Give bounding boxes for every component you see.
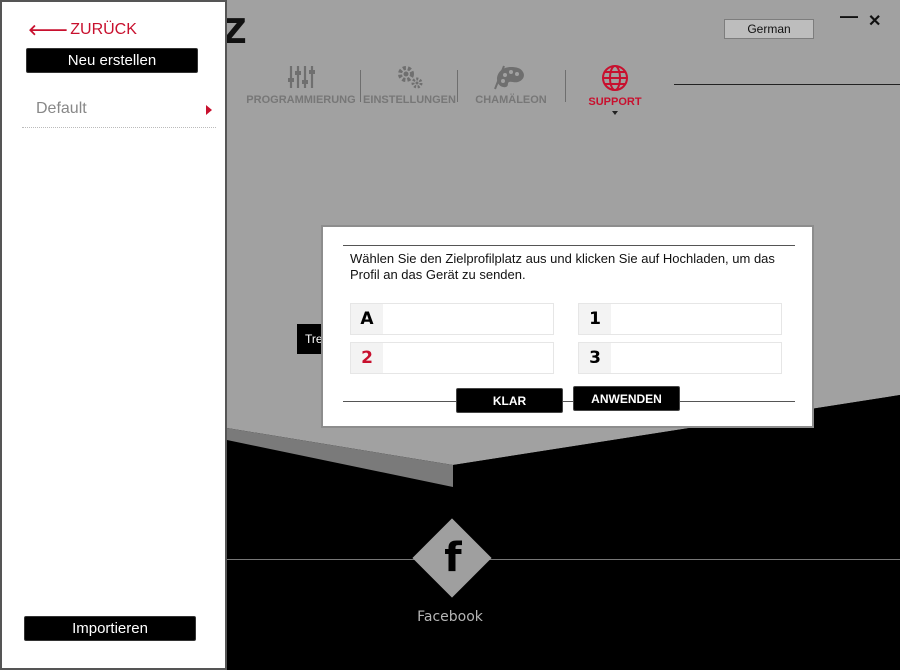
nav-tab-chamaeleon[interactable]: CHAMÄLEON bbox=[466, 64, 556, 106]
profile-list-item[interactable]: Default bbox=[22, 98, 216, 128]
sliders-icon bbox=[288, 66, 315, 88]
slot-label: A bbox=[351, 304, 383, 334]
new-profile-button[interactable]: Neu erstellen bbox=[26, 48, 198, 73]
minimize-button[interactable]: — bbox=[840, 6, 858, 27]
arrow-left-icon: 🡐 bbox=[28, 22, 69, 39]
palette-icon bbox=[494, 65, 524, 90]
back-label: ZURÜCK bbox=[70, 20, 137, 38]
slot-label: 2 bbox=[351, 343, 383, 373]
nav-tab-programmierung[interactable]: PROGRAMMIERUNG bbox=[246, 64, 356, 106]
nav-divider bbox=[565, 70, 566, 102]
dialog-divider bbox=[343, 401, 795, 402]
facebook-icon[interactable]: f bbox=[438, 536, 468, 580]
nav-divider bbox=[457, 70, 458, 102]
nav-label: CHAMÄLEON bbox=[475, 94, 547, 106]
slot-label: 3 bbox=[579, 343, 611, 373]
profile-name: Default bbox=[36, 100, 87, 117]
nav-label: EINSTELLUNGEN bbox=[363, 94, 456, 106]
profile-slot-a[interactable]: A bbox=[350, 303, 554, 335]
profile-sidebar: 🡐 ZURÜCK Neu erstellen Default Importier… bbox=[0, 0, 227, 670]
apply-button[interactable]: ANWENDEN bbox=[573, 386, 680, 411]
profile-slot-1[interactable]: 1 bbox=[578, 303, 782, 335]
close-button[interactable]: ✕ bbox=[868, 11, 881, 31]
facebook-label[interactable]: Facebook bbox=[410, 609, 490, 625]
nav-tab-support[interactable]: SUPPORT bbox=[578, 64, 652, 115]
nav-label: PROGRAMMIERUNG bbox=[246, 94, 356, 106]
slot-label: 1 bbox=[579, 304, 611, 334]
nav-underline bbox=[674, 84, 900, 85]
chevron-right-icon bbox=[206, 105, 212, 115]
chevron-down-icon bbox=[612, 111, 618, 115]
language-select[interactable]: German bbox=[724, 19, 814, 39]
import-button[interactable]: Importieren bbox=[24, 616, 196, 641]
profile-slot-3[interactable]: 3 bbox=[578, 342, 782, 374]
clear-button[interactable]: KLAR bbox=[456, 388, 563, 413]
dialog-divider bbox=[343, 245, 795, 246]
globe-icon bbox=[602, 65, 628, 91]
dialog-message: Wählen Sie den Zielprofilplatz aus und k… bbox=[350, 251, 775, 282]
social-divider bbox=[227, 559, 900, 560]
profile-slot-2[interactable]: 2 bbox=[350, 342, 554, 374]
nav-tab-einstellungen[interactable]: EINSTELLUNGEN bbox=[362, 64, 457, 106]
nav-label: SUPPORT bbox=[588, 96, 642, 108]
upload-profile-dialog: Wählen Sie den Zielprofilplatz aus und k… bbox=[321, 225, 814, 428]
back-button[interactable]: 🡐 ZURÜCK bbox=[28, 20, 137, 40]
nav-divider bbox=[360, 70, 361, 102]
gears-icon bbox=[397, 66, 422, 89]
